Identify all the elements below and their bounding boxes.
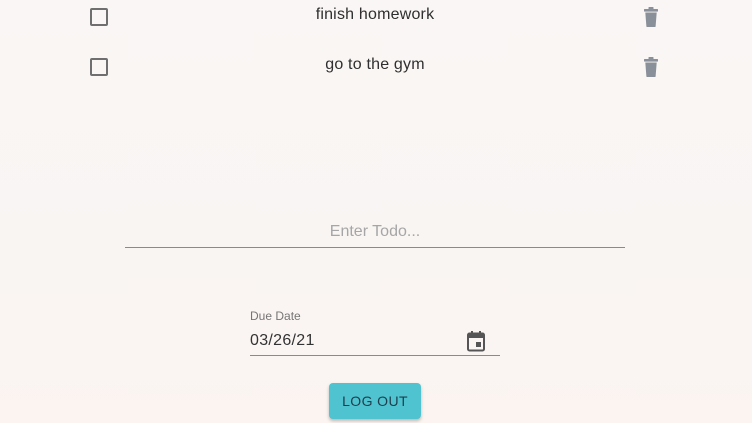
list-item: finish homework	[0, 0, 752, 34]
due-date-field[interactable]: 03/26/21	[250, 326, 500, 356]
logout-button[interactable]: LOG OUT	[329, 383, 421, 419]
todo-checkbox[interactable]	[90, 58, 108, 76]
trash-icon[interactable]	[641, 6, 661, 28]
calendar-icon[interactable]	[466, 330, 486, 352]
due-date-value: 03/26/21	[250, 332, 315, 349]
todo-input-container	[125, 218, 625, 248]
todo-text: finish homework	[315, 6, 435, 23]
todo-input[interactable]	[125, 218, 625, 246]
todo-checkbox[interactable]	[90, 8, 108, 26]
due-date-label: Due Date	[250, 309, 301, 323]
list-item: go to the gym	[0, 50, 752, 84]
todo-text: go to the gym	[325, 56, 425, 73]
trash-icon[interactable]	[641, 56, 661, 78]
